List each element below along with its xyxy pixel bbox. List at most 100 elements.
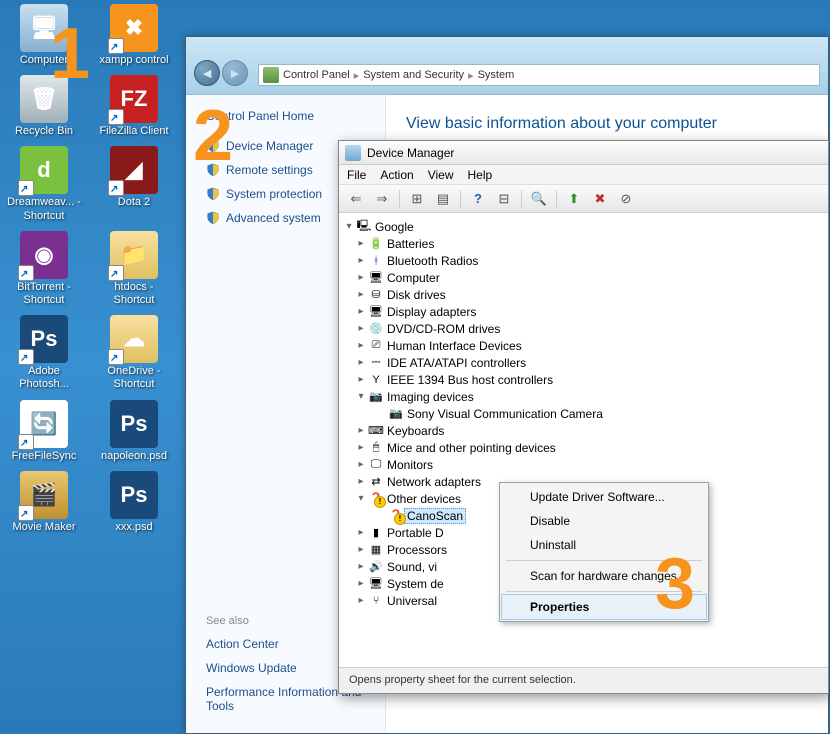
- device-icon: 🖳: [356, 220, 372, 234]
- desktop-icon[interactable]: 🔄FreeFileSync: [4, 400, 84, 463]
- collapse-icon[interactable]: ▾: [355, 391, 367, 402]
- tree-row[interactable]: ▸⌨Keyboards: [343, 422, 824, 439]
- app-icon: Ps: [110, 471, 158, 519]
- breadcrumb[interactable]: Control Panel ▸ System and Security ▸ Sy…: [258, 64, 820, 86]
- breadcrumb-item[interactable]: System and Security: [363, 69, 464, 81]
- desktop-icon[interactable]: dDreamweav... - Shortcut: [4, 146, 84, 222]
- menu-help[interactable]: Help: [468, 168, 493, 182]
- tree-row[interactable]: ▾🖳Google: [343, 218, 824, 235]
- device-icon: ▦: [368, 543, 384, 557]
- desktop-icon[interactable]: FZFileZilla Client: [94, 75, 174, 138]
- expand-icon[interactable]: ▸: [355, 595, 367, 606]
- context-menu-item[interactable]: Update Driver Software...: [502, 485, 706, 509]
- annotation-3: 3: [655, 548, 695, 620]
- menu-file[interactable]: File: [347, 168, 366, 182]
- desktop-icon[interactable]: ✖xampp control: [94, 4, 174, 67]
- toolbar-properties-icon[interactable]: ▤: [432, 188, 454, 210]
- tree-label: Monitors: [387, 458, 433, 472]
- breadcrumb-item[interactable]: Control Panel: [283, 69, 350, 81]
- app-icon: 🔄: [20, 400, 68, 448]
- toolbar-show-hidden-icon[interactable]: ⊞: [406, 188, 428, 210]
- desktop-icon[interactable]: ◉BitTorrent - Shortcut: [4, 231, 84, 307]
- device-icon: ⎓: [368, 356, 384, 370]
- desktop-icon-label: htdocs - Shortcut: [95, 281, 173, 307]
- expand-icon[interactable]: ▸: [355, 561, 367, 572]
- expand-icon[interactable]: ▸: [355, 306, 367, 317]
- desktop-icon[interactable]: Psxxx.psd: [94, 471, 174, 534]
- tree-label: CanoScan: [404, 508, 466, 524]
- desktop-icon[interactable]: ◢Dota 2: [94, 146, 174, 222]
- tree-row[interactable]: ▸ᚼBluetooth Radios: [343, 252, 824, 269]
- expand-icon[interactable]: ▸: [355, 357, 367, 368]
- tree-row[interactable]: ▸⎚Human Interface Devices: [343, 337, 824, 354]
- breadcrumb-item[interactable]: System: [478, 69, 515, 81]
- toolbar-scan-icon[interactable]: 🔍: [528, 188, 550, 210]
- desktop-icon-label: Dota 2: [118, 196, 150, 209]
- expand-icon[interactable]: ▸: [355, 289, 367, 300]
- tree-label: System de: [387, 577, 444, 591]
- tree-row[interactable]: ▸🖥Display adapters: [343, 303, 824, 320]
- annotation-1: 1: [50, 18, 90, 90]
- device-icon: 🔋: [368, 237, 384, 251]
- expand-icon[interactable]: ▸: [355, 459, 367, 470]
- tree-row[interactable]: ▸🖥Computer: [343, 269, 824, 286]
- toolbar-uninstall-icon[interactable]: ✖: [589, 188, 611, 210]
- desktop-icon[interactable]: PsAdobe Photosh...: [4, 315, 84, 391]
- expand-icon[interactable]: ▸: [355, 476, 367, 487]
- tree-label: Batteries: [387, 237, 434, 251]
- tree-label: Keyboards: [387, 424, 444, 438]
- toolbar-disable-icon[interactable]: ⊘: [615, 188, 637, 210]
- menu-action[interactable]: Action: [380, 168, 413, 182]
- desktop-icon[interactable]: 📁htdocs - Shortcut: [94, 231, 174, 307]
- expand-icon[interactable]: ▸: [355, 323, 367, 334]
- menu-view[interactable]: View: [428, 168, 454, 182]
- app-icon: ◉: [20, 231, 68, 279]
- tree-row[interactable]: 📷Sony Visual Communication Camera: [343, 405, 824, 422]
- expand-icon[interactable]: ▸: [355, 544, 367, 555]
- tree-row[interactable]: ▸YIEEE 1394 Bus host controllers: [343, 371, 824, 388]
- tree-row[interactable]: ▸🖵Monitors: [343, 456, 824, 473]
- device-icon: ❓: [388, 509, 404, 523]
- expand-icon[interactable]: ▸: [355, 578, 367, 589]
- expand-icon[interactable]: ▸: [355, 238, 367, 249]
- desktop-icon[interactable]: ☁OneDrive - Shortcut: [94, 315, 174, 391]
- desktop-icon-label: napoleon.psd: [101, 450, 167, 463]
- desktop-icon-label: Adobe Photosh...: [5, 365, 83, 391]
- tree-row[interactable]: ▸💿DVD/CD-ROM drives: [343, 320, 824, 337]
- desktop: 🖥Computer✖xampp control🗑Recycle BinFZFil…: [4, 4, 184, 534]
- device-icon: ❓: [368, 492, 384, 506]
- tree-row[interactable]: ▸🔋Batteries: [343, 235, 824, 252]
- expand-icon[interactable]: ▸: [355, 425, 367, 436]
- desktop-icon[interactable]: 🎬Movie Maker: [4, 471, 84, 534]
- titlebar[interactable]: Device Manager: [339, 141, 828, 165]
- tree-row[interactable]: ▸⎓IDE ATA/ATAPI controllers: [343, 354, 824, 371]
- tree-row[interactable]: ▸🖱Mice and other pointing devices: [343, 439, 824, 456]
- expand-icon[interactable]: ▸: [355, 527, 367, 538]
- toolbar-help-icon[interactable]: ?: [467, 188, 489, 210]
- desktop-icon[interactable]: Psnapoleon.psd: [94, 400, 174, 463]
- tree-row[interactable]: ▾📷Imaging devices: [343, 388, 824, 405]
- tree-row[interactable]: ▸⛁Disk drives: [343, 286, 824, 303]
- context-menu-item[interactable]: Disable: [502, 509, 706, 533]
- tree-label: Bluetooth Radios: [387, 254, 478, 268]
- expand-icon[interactable]: ▸: [355, 442, 367, 453]
- expand-icon[interactable]: ▸: [355, 255, 367, 266]
- collapse-icon[interactable]: ▾: [355, 493, 367, 504]
- app-icon: FZ: [110, 75, 158, 123]
- device-manager-icon: [345, 145, 361, 161]
- shield-icon: [206, 211, 220, 225]
- shield-icon: [206, 187, 220, 201]
- nav-back-button[interactable]: ◄: [194, 60, 220, 86]
- expand-icon[interactable]: ▸: [355, 340, 367, 351]
- expand-icon[interactable]: ▸: [355, 272, 367, 283]
- device-icon: ⛁: [368, 288, 384, 302]
- collapse-icon[interactable]: ▾: [343, 221, 355, 232]
- nav-forward-button[interactable]: ►: [222, 60, 248, 86]
- toolbar-update-icon[interactable]: ⬆: [563, 188, 585, 210]
- tree-label: Display adapters: [387, 305, 476, 319]
- toolbar-back-icon[interactable]: ⇐: [345, 188, 367, 210]
- toolbar-view-icon[interactable]: ⊟: [493, 188, 515, 210]
- toolbar-forward-icon[interactable]: ⇒: [371, 188, 393, 210]
- tree-label: Disk drives: [387, 288, 446, 302]
- expand-icon[interactable]: ▸: [355, 374, 367, 385]
